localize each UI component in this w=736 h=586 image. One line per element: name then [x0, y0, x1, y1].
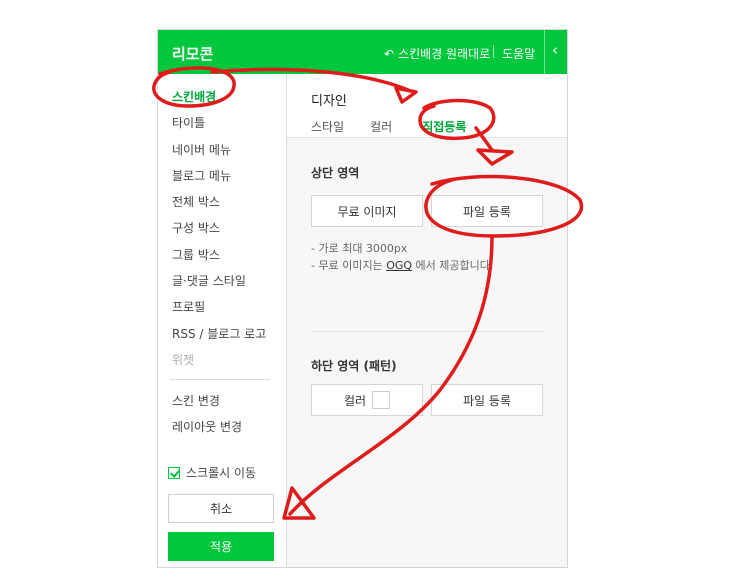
sidebar-menu: 스킨배경 타이틀 네이버 메뉴 블로그 메뉴 전체 박스 구성 박스 그룹 박스… [172, 88, 266, 377]
sidebar-item-component-box[interactable]: 구성 박스 [172, 219, 266, 245]
apply-button[interactable]: 적용 [168, 532, 274, 561]
sidebar-item-blog-menu[interactable]: 블로그 메뉴 [172, 167, 266, 193]
checkbox-checked-icon[interactable] [168, 466, 180, 479]
undo-icon: ↶ [384, 46, 395, 61]
note-prefix: - 무료 이미지는 [311, 259, 387, 272]
sidebar: 스킨배경 타이틀 네이버 메뉴 블로그 메뉴 전체 박스 구성 박스 그룹 박스… [158, 74, 287, 567]
sidebar-item-rss-blog-logo[interactable]: RSS / 블로그 로고 [172, 325, 266, 351]
bottom-area-label: 하단 영역 (패턴) [311, 359, 397, 373]
ogq-link[interactable]: OGQ [386, 259, 412, 272]
top-file-upload-button[interactable]: 파일 등록 [431, 195, 543, 227]
sidebar-item-whole-box[interactable]: 전체 박스 [172, 193, 266, 219]
pattern-color-button[interactable]: 컬러 [311, 384, 423, 416]
sidebar-item-change-skin[interactable]: 스킨 변경 [172, 392, 242, 418]
sidebar-item-profile[interactable]: 프로필 [172, 298, 266, 324]
header-separator [493, 45, 494, 58]
sidebar-item-skin-background[interactable]: 스킨배경 [172, 88, 266, 114]
sidebar-item-naver-menu[interactable]: 네이버 메뉴 [172, 141, 266, 167]
direct-upload-panel: 상단 영역 무료 이미지 파일 등록 - 가로 최대 3000px - 무료 이… [287, 137, 567, 567]
help-link[interactable]: 도움말 [502, 45, 535, 62]
area-divider [311, 331, 543, 332]
sidebar-extra-menu: 스킨 변경 레이아웃 변경 [172, 392, 242, 444]
scroll-follow-label: 스크롤시 이동 [186, 466, 257, 480]
header-divider [544, 30, 545, 74]
collapse-chevron-icon[interactable]: ‹ [552, 41, 558, 59]
top-area-label: 상단 영역 [311, 166, 360, 180]
sidebar-item-title[interactable]: 타이틀 [172, 114, 266, 140]
sidebar-item-widget[interactable]: 위젯 [172, 351, 266, 377]
note-suffix: 에서 제공합니다. [412, 259, 494, 272]
cancel-button[interactable]: 취소 [168, 494, 274, 523]
scroll-follow-toggle[interactable]: 스크롤시 이동 [168, 464, 256, 481]
panel-title: 리모콘 [172, 45, 214, 63]
section-title: 디자인 [311, 94, 347, 109]
pattern-color-label: 컬러 [343, 393, 367, 408]
sidebar-item-group-box[interactable]: 그룹 박스 [172, 246, 266, 272]
remote-control-panel: 리모콘 ↶ 스킨배경 원래대로 도움말 ‹ 스킨배경 타이틀 네이버 메뉴 블로… [157, 29, 568, 568]
sidebar-item-change-layout[interactable]: 레이아웃 변경 [172, 418, 242, 444]
max-width-note: - 가로 최대 3000px [311, 242, 408, 255]
reset-label: 스킨배경 원래대로 [398, 47, 491, 61]
reset-background-button[interactable]: ↶ 스킨배경 원래대로 [384, 45, 490, 62]
sidebar-divider [170, 379, 270, 380]
header-bar: 리모콘 ↶ 스킨배경 원래대로 도움말 ‹ [158, 30, 567, 74]
free-image-button[interactable]: 무료 이미지 [311, 195, 423, 227]
bottom-file-upload-button[interactable]: 파일 등록 [431, 384, 543, 416]
design-content: 디자인 스타일 컬러 직접등록 상단 영역 무료 이미지 파일 등록 - 가로 … [287, 74, 567, 567]
free-image-note: - 무료 이미지는 OGQ 에서 제공합니다. [311, 257, 493, 273]
color-swatch [372, 391, 391, 409]
sidebar-item-post-comment-style[interactable]: 글·댓글 스타일 [172, 272, 266, 298]
